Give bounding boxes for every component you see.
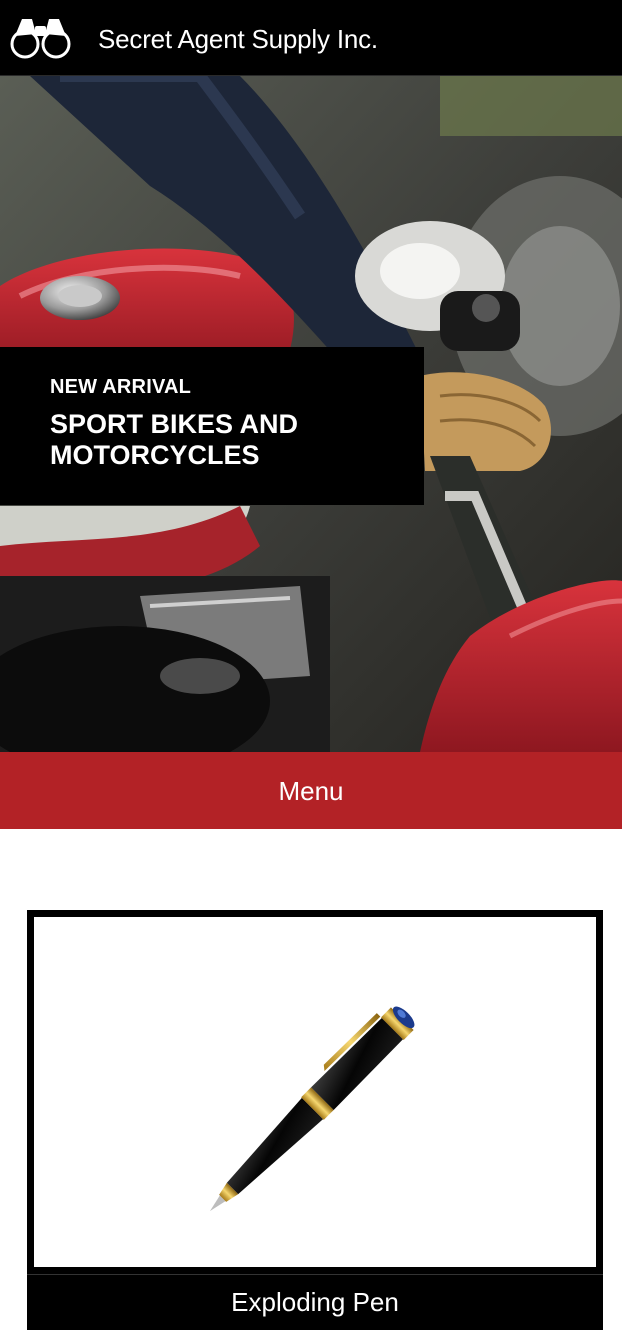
site-header: Secret Agent Supply Inc. [0, 0, 622, 76]
product-card[interactable]: Exploding Pen [27, 910, 603, 1330]
hero-banner[interactable]: NEW ARRIVAL SPORT BIKES AND MOTORCYCLES [0, 76, 622, 752]
hero-eyebrow: NEW ARRIVAL [50, 376, 192, 398]
product-name[interactable]: Exploding Pen [27, 1274, 603, 1330]
pen-photo [209, 1006, 415, 1212]
binoculars-icon[interactable] [9, 16, 72, 60]
product-image-frame[interactable] [27, 910, 603, 1274]
hero-title: SPORT BIKES AND MOTORCYCLES [50, 409, 299, 470]
brand-name-link[interactable]: Secret Agent Supply Inc. [98, 22, 378, 56]
menu-label: Menu [278, 775, 344, 806]
menu-button[interactable]: Menu [0, 752, 622, 829]
hero-card: NEW ARRIVAL SPORT BIKES AND MOTORCYCLES [0, 347, 424, 505]
